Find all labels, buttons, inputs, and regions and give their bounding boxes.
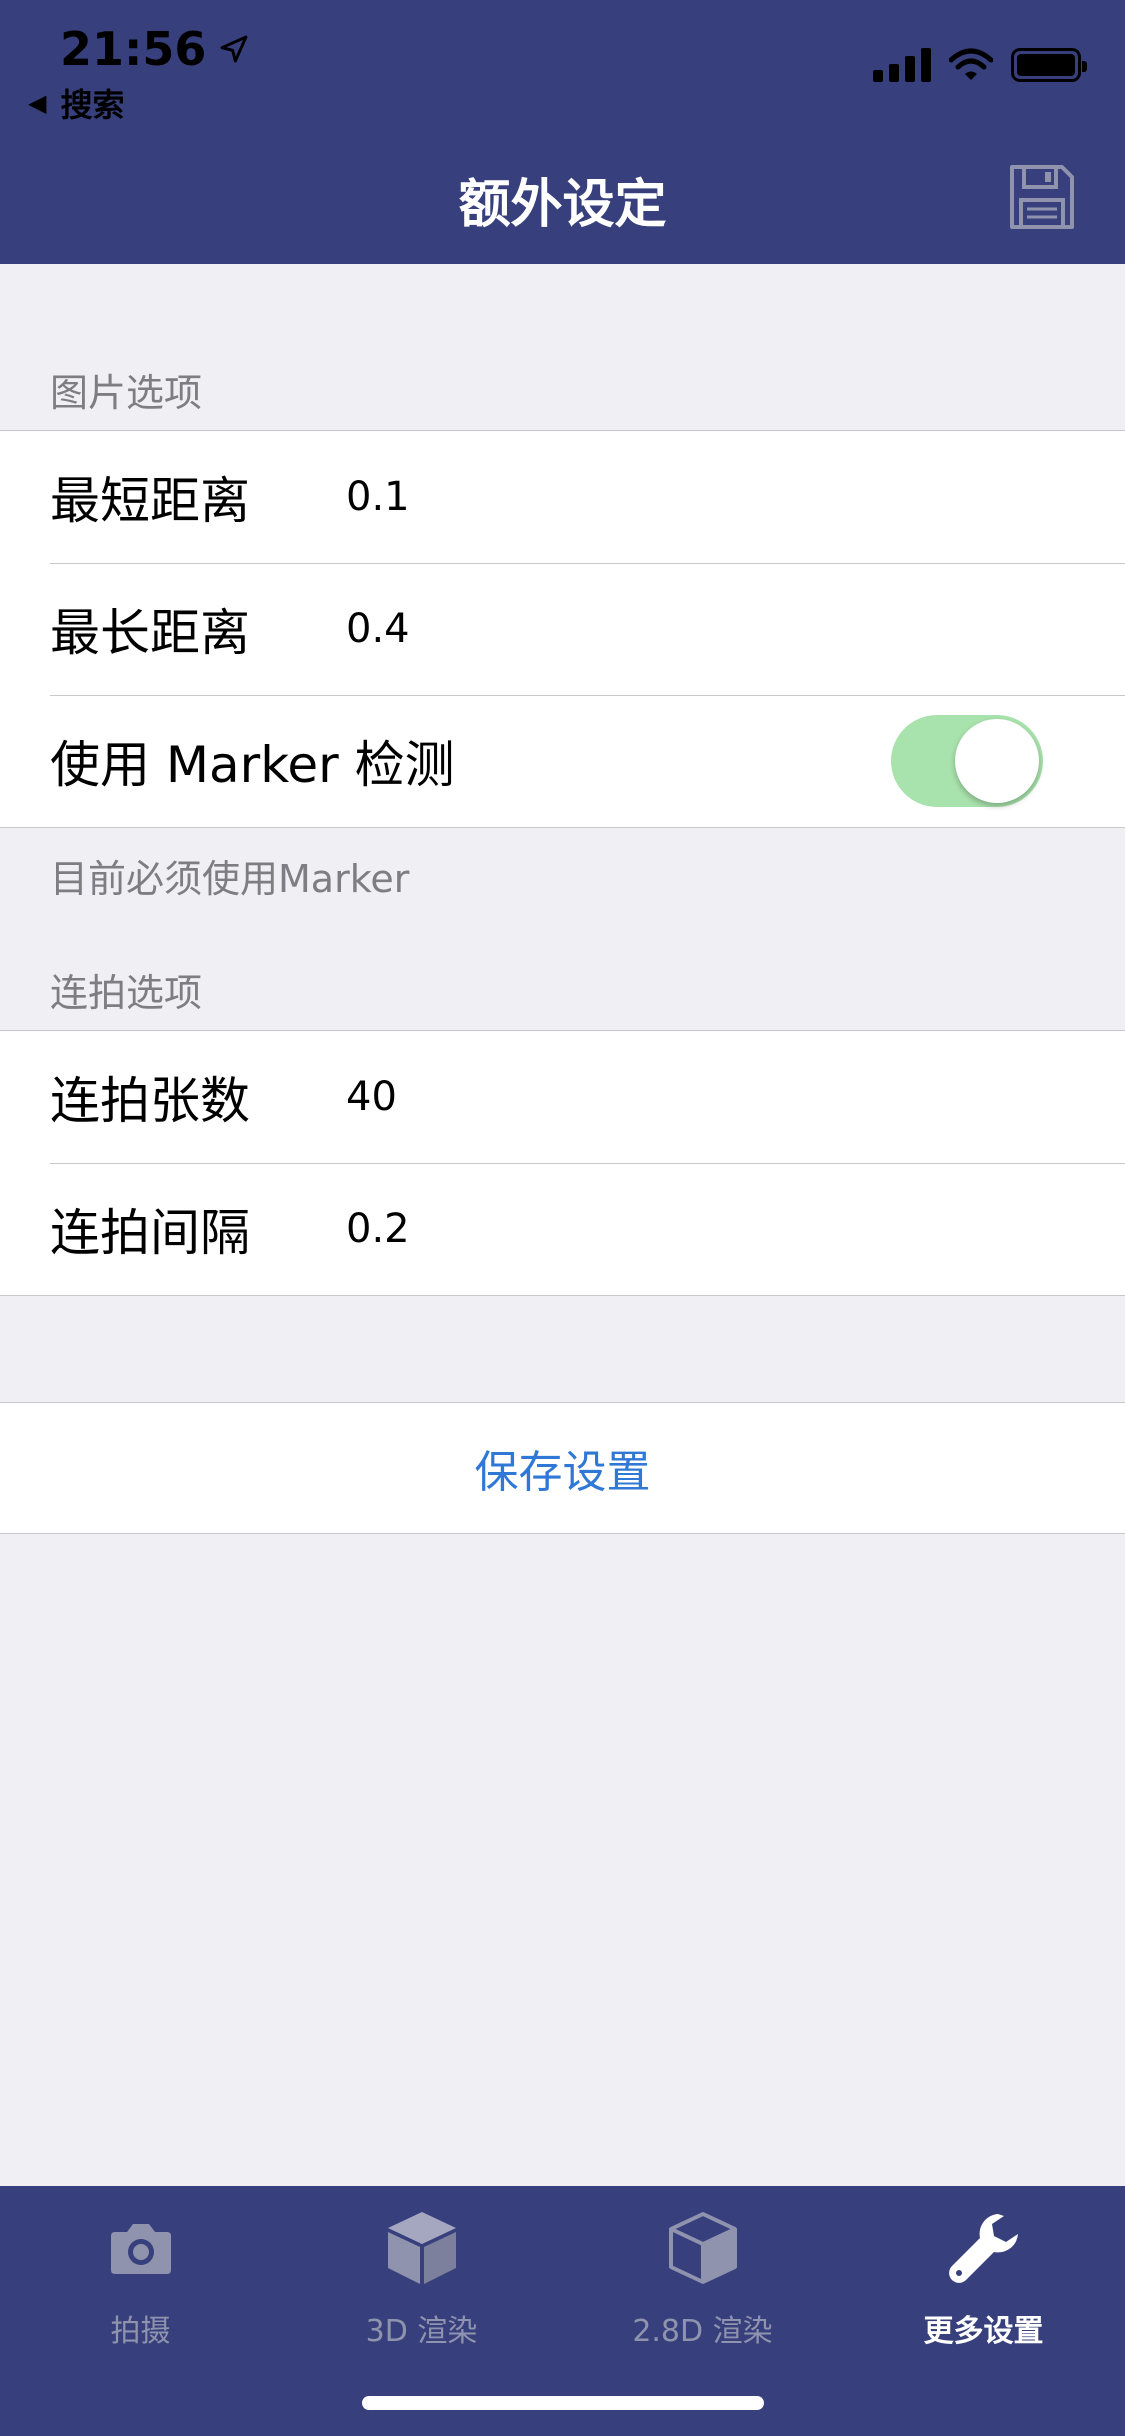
save-settings-label: 保存设置 (474, 1447, 651, 1498)
tab-capture[interactable]: 拍摄 (0, 2208, 281, 2350)
tab-3d-render-label: 3D 渲染 (365, 2314, 478, 2349)
location-arrow-icon (220, 35, 248, 63)
min-distance-row[interactable]: 最短距离 0.1 (0, 431, 1125, 563)
floppy-save-icon[interactable] (1007, 162, 1077, 232)
tab-2-8d-render[interactable]: 2.8D 渲染 (562, 2208, 843, 2350)
cube-outline-icon (663, 2208, 743, 2288)
marker-detection-toggle[interactable] (891, 715, 1043, 807)
back-label: 搜索 (60, 86, 125, 124)
marker-detection-label: 使用 Marker 检测 (50, 736, 455, 794)
tab-2-8d-render-label: 2.8D 渲染 (632, 2314, 773, 2349)
min-distance-label: 最短距离 (50, 472, 250, 530)
status-indicators (873, 48, 1087, 82)
camera-icon (101, 2208, 181, 2288)
back-triangle-icon: ◀ (28, 89, 47, 117)
save-settings-button[interactable]: 保存设置 (0, 1402, 1125, 1534)
cellular-signal-icon (873, 48, 931, 82)
home-indicator[interactable] (362, 2396, 764, 2410)
max-distance-row[interactable]: 最长距离 0.4 (0, 563, 1125, 695)
max-distance-field[interactable]: 0.4 (346, 606, 410, 652)
cube-icon (382, 2208, 462, 2288)
burst-options-group: 连拍张数 40 连拍间隔 0.2 (0, 1030, 1125, 1296)
tab-3d-render[interactable]: 3D 渲染 (281, 2208, 562, 2350)
status-time: 21:56 (60, 22, 250, 76)
toggle-knob (955, 719, 1039, 803)
burst-options-header: 连拍选项 (50, 971, 203, 1015)
marker-required-note: 目前必须使用Marker (50, 857, 410, 901)
tab-more-settings-label: 更多设置 (923, 2314, 1044, 2349)
burst-interval-field[interactable]: 0.2 (346, 1206, 410, 1252)
tab-capture-label: 拍摄 (110, 2314, 171, 2349)
tab-more-settings[interactable]: 更多设置 (843, 2208, 1124, 2350)
navigation-header: 21:56 ◀ 搜索 额外设定 (0, 0, 1125, 264)
status-time-text: 21:56 (60, 22, 207, 76)
back-to-search-link[interactable]: ◀ 搜索 (28, 80, 124, 126)
wrench-icon (944, 2208, 1024, 2288)
burst-count-field[interactable]: 40 (346, 1074, 397, 1120)
burst-interval-row[interactable]: 连拍间隔 0.2 (0, 1163, 1125, 1295)
min-distance-field[interactable]: 0.1 (346, 474, 410, 520)
marker-detection-row: 使用 Marker 检测 (0, 695, 1125, 827)
burst-count-label: 连拍张数 (50, 1072, 250, 1130)
burst-count-row[interactable]: 连拍张数 40 (0, 1031, 1125, 1163)
max-distance-label: 最长距离 (50, 604, 250, 662)
image-options-header: 图片选项 (50, 371, 203, 415)
image-options-group: 最短距离 0.1 最长距离 0.4 使用 Marker 检测 (0, 430, 1125, 828)
battery-icon (1011, 48, 1087, 82)
burst-interval-label: 连拍间隔 (50, 1204, 250, 1262)
page-title: 额外设定 (458, 175, 667, 235)
wifi-icon (949, 48, 993, 80)
